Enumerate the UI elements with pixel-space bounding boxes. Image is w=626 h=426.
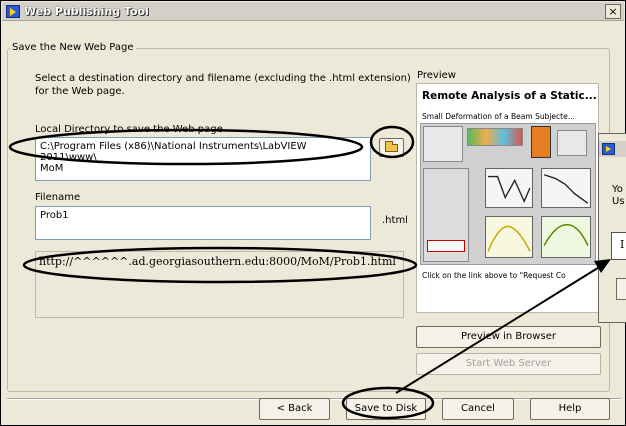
directory-value-line-1: C:\Program Files (x86)\National Instrume… bbox=[40, 141, 307, 163]
overlapping-dialog-text-line-1: Yo bbox=[612, 184, 623, 195]
overlapping-dialog-titlebar[interactable] bbox=[599, 141, 626, 157]
folder-open-icon bbox=[385, 141, 398, 152]
html-extension-label: .html bbox=[382, 215, 408, 226]
browse-button[interactable] bbox=[379, 138, 404, 157]
thumb-beam-diagram bbox=[423, 126, 463, 162]
cancel-button[interactable]: Cancel bbox=[442, 398, 514, 420]
window-title: Web Publishing Tool bbox=[24, 5, 149, 18]
help-button[interactable]: Help bbox=[530, 398, 610, 420]
directory-label: Local Directory to save the Web page bbox=[35, 124, 223, 135]
thumb-plot-1 bbox=[485, 168, 533, 208]
directory-field[interactable]: C:\Program Files (x86)\National Instrume… bbox=[35, 137, 371, 181]
overlapping-dialog-text-line-2: Us bbox=[612, 196, 625, 207]
overlapping-dialog-field[interactable]: I bbox=[611, 232, 626, 260]
title-bar[interactable]: Web Publishing Tool × bbox=[2, 2, 624, 21]
thumb-legend bbox=[557, 130, 587, 156]
thumb-plot-3 bbox=[485, 216, 533, 258]
thumb-plot-4-curve bbox=[543, 223, 589, 246]
labview-icon bbox=[602, 143, 615, 155]
filename-field[interactable]: Prob1 bbox=[35, 206, 371, 240]
thumb-plot-1-curve bbox=[488, 175, 531, 203]
directory-value-line-2: MoM bbox=[40, 163, 64, 174]
filename-value: Prob1 bbox=[40, 210, 69, 221]
group-label: Save the New Web Page bbox=[10, 42, 136, 53]
thumb-beam-block bbox=[531, 126, 551, 158]
labview-icon bbox=[6, 5, 20, 18]
overlapping-dialog-button[interactable] bbox=[616, 278, 626, 300]
thumb-plot-4 bbox=[541, 216, 591, 258]
preview-caption: Click on the link above to "Request Co bbox=[422, 271, 566, 280]
preview-thumbnail bbox=[420, 123, 596, 265]
thumb-input-box bbox=[427, 240, 465, 252]
instructions-line-1: Select a destination directory and filen… bbox=[35, 73, 411, 84]
save-to-disk-button[interactable]: Save to Disk bbox=[346, 398, 426, 420]
preview-title: Remote Analysis of a Static... bbox=[422, 90, 597, 102]
close-button[interactable]: × bbox=[605, 4, 621, 19]
thumb-plot-2-curve bbox=[543, 174, 589, 204]
preview-subtitle: Small Deformation of a Beam Subjecte... bbox=[422, 112, 575, 121]
web-publishing-tool-window: Web Publishing Tool × Save the New Web P… bbox=[0, 0, 626, 426]
back-button[interactable]: < Back bbox=[259, 398, 330, 420]
filename-label: Filename bbox=[35, 192, 81, 203]
overlapping-dialog: Yo Us I bbox=[598, 133, 626, 323]
thumb-color-bar bbox=[467, 128, 523, 146]
thumb-plot-3-curve bbox=[487, 225, 531, 252]
close-icon: × bbox=[608, 5, 618, 18]
preview-label: Preview bbox=[417, 70, 456, 81]
preview-in-browser-button[interactable]: Preview in Browser bbox=[416, 326, 601, 348]
start-web-server-button[interactable]: Start Web Server bbox=[416, 353, 601, 375]
instructions-line-2: for the Web page. bbox=[35, 86, 125, 97]
overlapping-dialog-text: Yo Us bbox=[612, 184, 625, 208]
thumb-plot-2 bbox=[541, 168, 591, 208]
url-link[interactable]: http://^^^^^^.ad.georgiasouthern.edu:800… bbox=[39, 255, 396, 268]
